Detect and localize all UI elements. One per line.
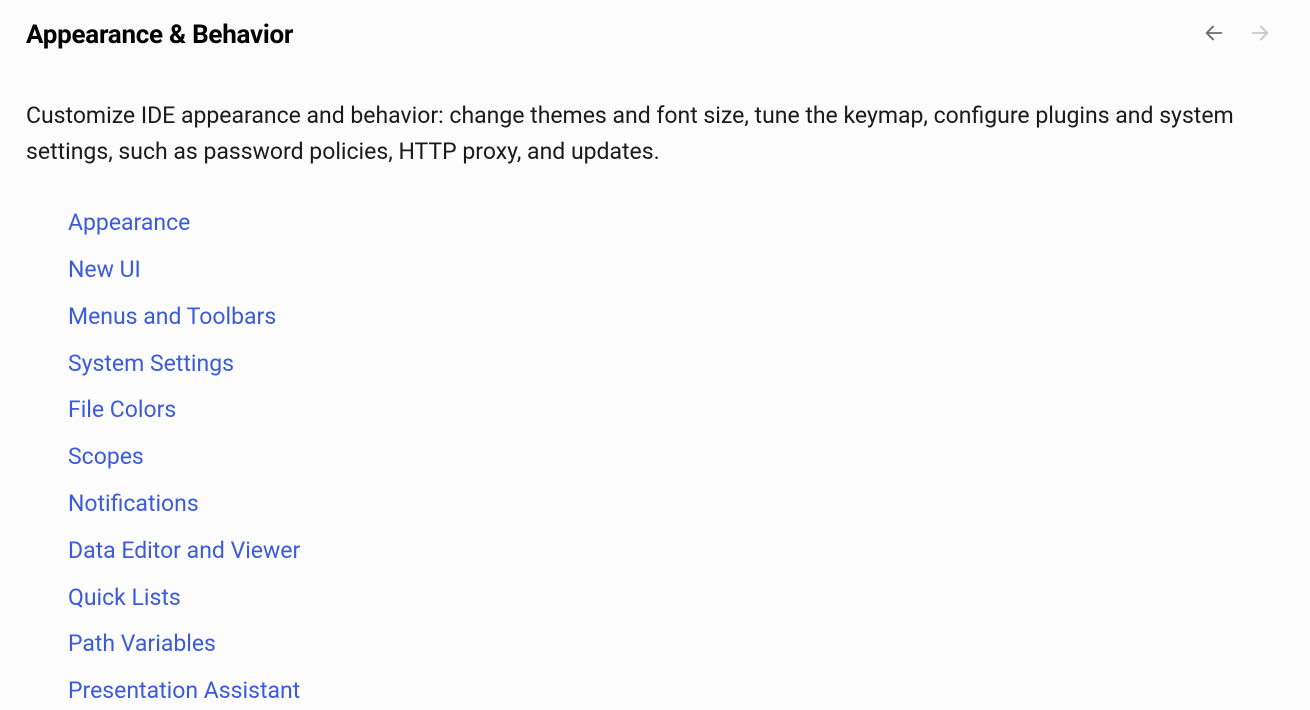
link-path-variables[interactable]: Path Variables	[68, 630, 216, 657]
link-scopes[interactable]: Scopes	[68, 443, 144, 470]
link-appearance[interactable]: Appearance	[68, 209, 190, 236]
page-description: Customize IDE appearance and behavior: c…	[26, 98, 1266, 169]
header-row: Appearance & Behavior	[26, 20, 1284, 50]
nav-back-button[interactable]	[1200, 21, 1228, 49]
page-title: Appearance & Behavior	[26, 20, 293, 50]
link-menus-toolbars[interactable]: Menus and Toolbars	[68, 303, 276, 330]
link-notifications[interactable]: Notifications	[68, 490, 199, 517]
arrow-left-icon	[1203, 22, 1225, 48]
nav-arrows	[1200, 21, 1284, 49]
settings-links-list: Appearance New UI Menus and Toolbars Sys…	[26, 205, 1284, 710]
link-presentation-assistant[interactable]: Presentation Assistant	[68, 677, 300, 704]
link-quick-lists[interactable]: Quick Lists	[68, 584, 181, 611]
nav-forward-button[interactable]	[1246, 21, 1274, 49]
link-file-colors[interactable]: File Colors	[68, 396, 176, 423]
arrow-right-icon	[1249, 22, 1271, 48]
link-system-settings[interactable]: System Settings	[68, 350, 234, 377]
link-data-editor-viewer[interactable]: Data Editor and Viewer	[68, 537, 300, 564]
link-new-ui[interactable]: New UI	[68, 256, 141, 283]
